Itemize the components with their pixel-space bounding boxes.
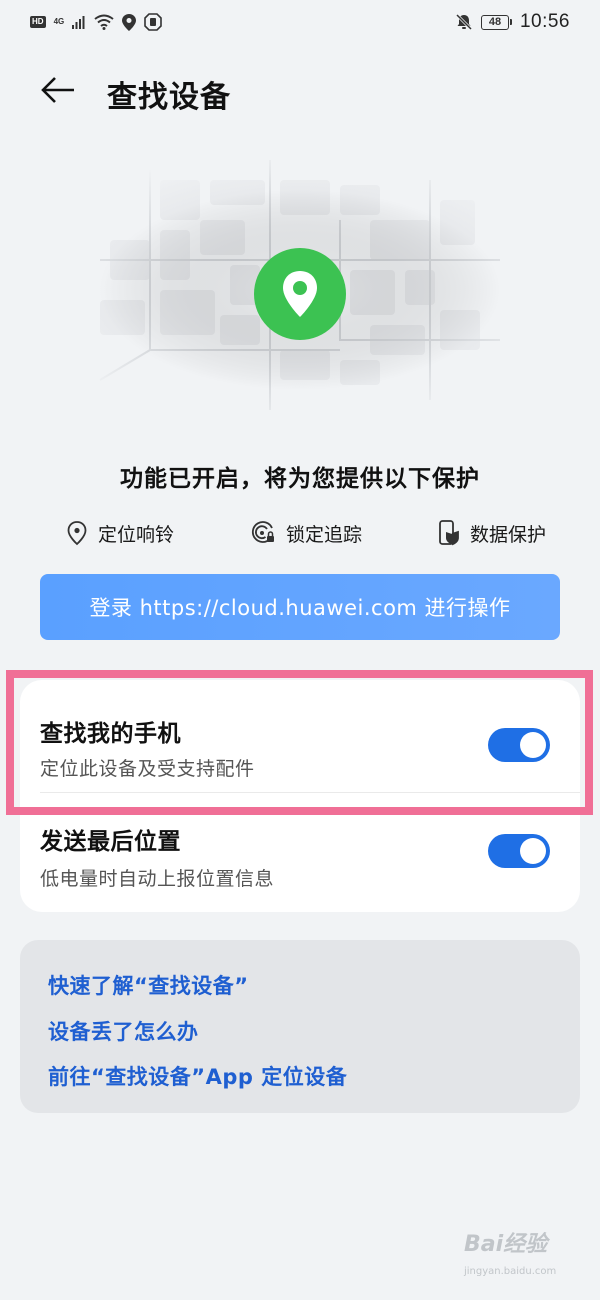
network-type: 4G [53, 17, 65, 26]
setting-find-my-phone[interactable]: 查找我的手机 定位此设备及受支持配件 [20, 680, 580, 790]
location-icon [122, 13, 137, 31]
baidu-jingyan-watermark: Bai经验 jingyan.baidu.com [458, 1222, 578, 1286]
battery-indicator: 48 [480, 14, 512, 30]
location-pin-badge [254, 248, 346, 340]
protection-headline: 功能已开启，将为您提供以下保护 [120, 466, 480, 492]
setting-description: 定位此设备及受支持配件 [40, 758, 255, 780]
settings-card: 查找我的手机 定位此设备及受支持配件 发送最后位置 低电量时自动上报位置信息 [20, 680, 580, 912]
signal-icon [72, 16, 85, 29]
location-pin-icon [283, 271, 317, 317]
status-left: HD 4G [30, 13, 163, 31]
map-illustration [40, 160, 560, 420]
link-learn-find-device[interactable]: 快速了解“查找设备” [48, 970, 249, 1000]
hd-badge: HD [30, 16, 46, 28]
back-button[interactable] [38, 72, 78, 108]
lock-track-icon [251, 521, 274, 543]
status-right: 48 10:56 [455, 11, 570, 33]
data-protect-icon [439, 520, 459, 546]
help-links-card: 快速了解“查找设备” 设备丢了怎么办 前往“查找设备”App 定位设备 [20, 940, 580, 1113]
setting-description: 低电量时自动上报位置信息 [40, 868, 275, 890]
protection-features: 定位响铃 锁定追踪 数据保护 [66, 517, 546, 549]
link-device-lost[interactable]: 设备丢了怎么办 [48, 1016, 199, 1046]
feature-label: 数据保护 [469, 523, 546, 546]
send-last-location-toggle[interactable] [488, 834, 550, 868]
location-ring-icon [67, 521, 87, 546]
battery-level: 48 [480, 14, 509, 30]
back-arrow-icon [41, 77, 74, 103]
watermark-text: Bai经验 [464, 1232, 548, 1257]
status-bar: HD 4G 48 10:56 [0, 0, 600, 44]
find-my-phone-toggle[interactable] [488, 728, 550, 762]
feature-locate-ring: 定位响铃 [66, 520, 174, 547]
feature-label: 定位响铃 [98, 523, 175, 546]
setting-title: 发送最后位置 [40, 829, 181, 855]
feature-data-protect: 数据保护 [438, 519, 546, 547]
feature-lock-track: 锁定追踪 [250, 520, 362, 547]
setting-send-last-location[interactable]: 发送最后位置 低电量时自动上报位置信息 [20, 792, 580, 902]
battery-tip [509, 19, 512, 25]
shield-icon [144, 13, 163, 31]
cloud-login-button[interactable]: 登录 https://cloud.huawei.com 进行操作 [40, 574, 560, 640]
clock: 10:56 [519, 11, 570, 32]
toggle-knob [520, 732, 546, 758]
setting-title: 查找我的手机 [40, 721, 181, 747]
page-title: 查找设备 [107, 80, 231, 115]
feature-label: 锁定追踪 [285, 523, 362, 546]
watermark-url: jingyan.baidu.com [464, 1266, 557, 1277]
toggle-knob [520, 838, 546, 864]
app-header: 查找设备 [0, 60, 600, 120]
wifi-icon [94, 14, 114, 30]
link-open-find-device-app[interactable]: 前往“查找设备”App 定位设备 [48, 1061, 347, 1091]
bell-muted-icon [455, 13, 473, 31]
